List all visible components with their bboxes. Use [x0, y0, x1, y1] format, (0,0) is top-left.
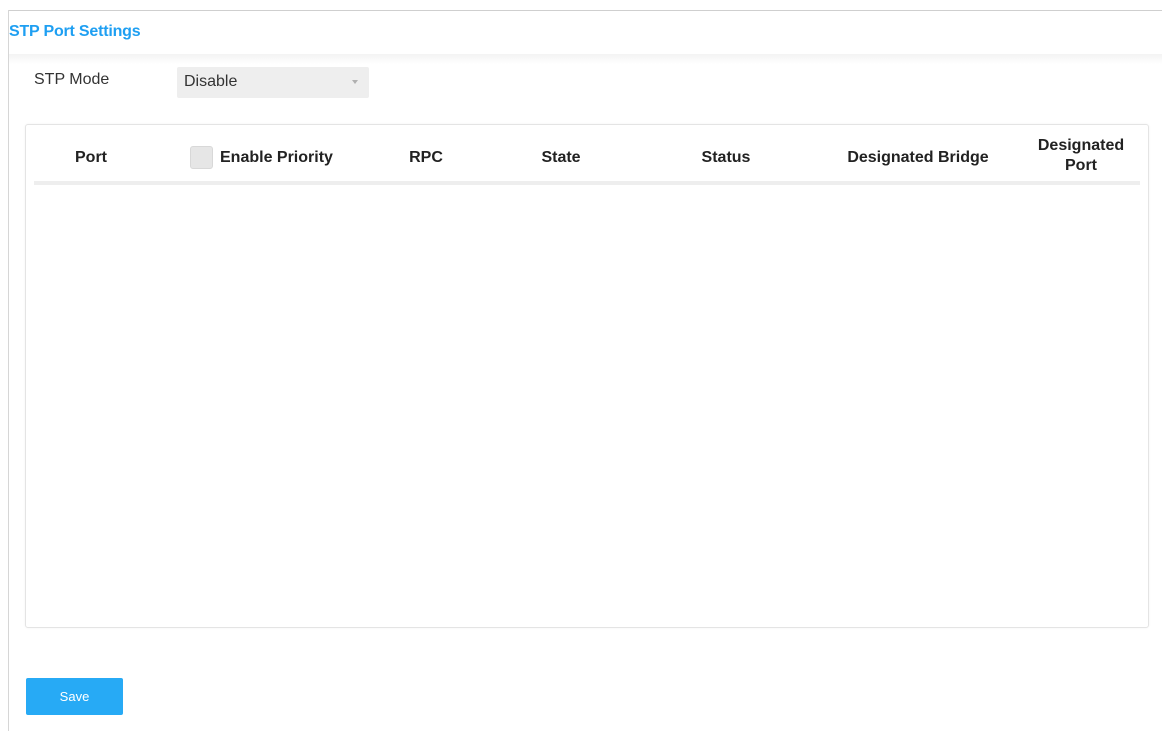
title-divider — [9, 54, 1162, 64]
frame-left-border — [8, 10, 9, 731]
frame-top-border — [8, 10, 1162, 11]
stp-mode-select[interactable]: Disable — [177, 67, 369, 98]
column-header-status: Status — [701, 149, 751, 166]
column-header-designated-port: Designated Port — [1037, 137, 1125, 174]
port-table: Port Enable Priority RPC State Status De… — [25, 124, 1149, 628]
column-header-port: Port — [75, 149, 107, 166]
table-header-divider — [34, 181, 1140, 185]
column-header-state: State — [541, 149, 581, 166]
chevron-down-icon — [352, 80, 358, 84]
page-title: STP Port Settings — [9, 23, 141, 40]
stp-mode-label: STP Mode — [34, 71, 110, 88]
column-header-designated-bridge: Designated Bridge — [847, 149, 989, 166]
column-header-rpc: RPC — [409, 149, 443, 166]
enable-priority-select-all-checkbox[interactable] — [190, 146, 213, 169]
column-header-enable-priority: Enable Priority — [220, 149, 333, 166]
stp-mode-selected-value: Disable — [184, 73, 238, 90]
save-button[interactable]: Save — [26, 678, 123, 715]
